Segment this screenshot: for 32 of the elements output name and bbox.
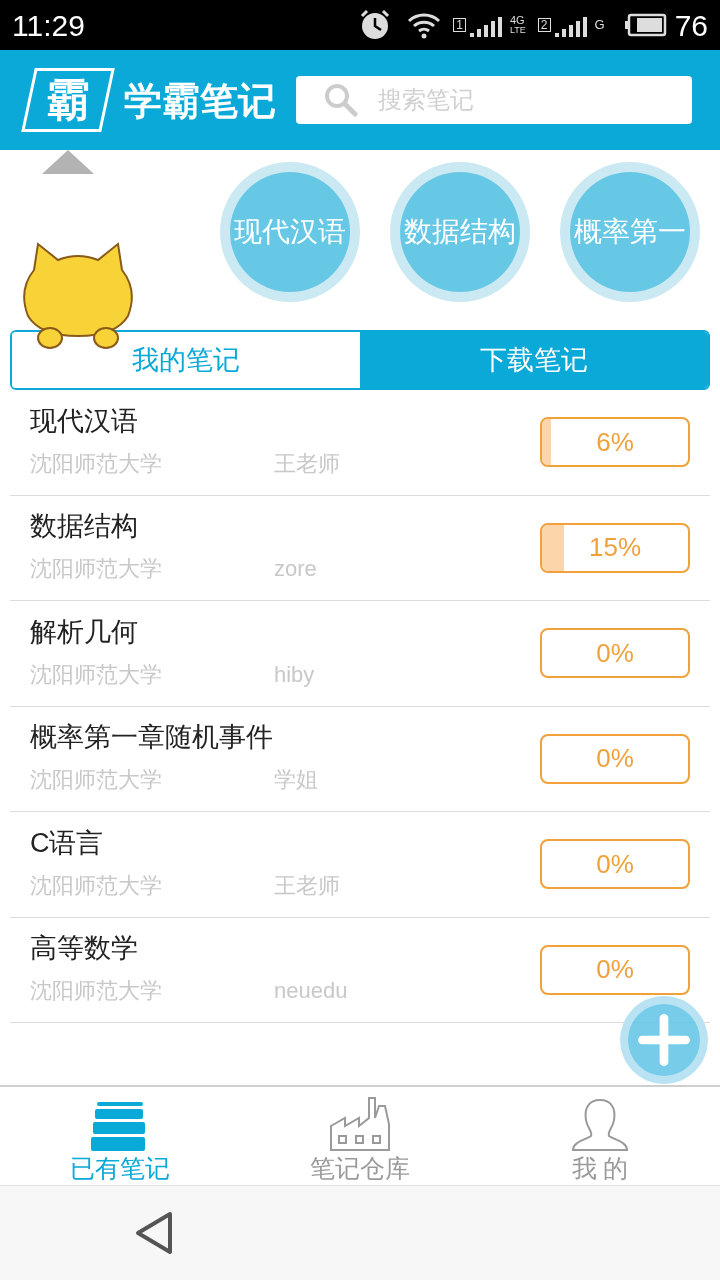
nav-tab[interactable]: 笔记仓库 <box>240 1087 480 1185</box>
factory-icon <box>329 1096 391 1152</box>
nav-tab[interactable]: 已有笔记 <box>0 1087 240 1185</box>
network-type: G <box>594 16 605 35</box>
alarm-icon <box>359 9 392 41</box>
app-logo: 霸 <box>21 68 115 132</box>
search-icon <box>324 83 358 117</box>
nav-tab[interactable]: 我 的 <box>480 1087 720 1185</box>
note-title[interactable]: 现代汉语 <box>30 404 540 439</box>
category-bubble[interactable]: 现代汉语 <box>220 162 360 302</box>
category-bubble[interactable]: 数据结构 <box>390 162 530 302</box>
battery-icon <box>624 13 667 37</box>
back-icon[interactable] <box>134 1211 174 1255</box>
tab[interactable]: 下载笔记 <box>360 332 708 388</box>
progress-percent: 6% <box>596 425 634 459</box>
wifi-icon <box>407 11 442 39</box>
sim-number: 1 <box>453 18 466 32</box>
clock-time: 11:29 <box>12 7 85 44</box>
note-title[interactable]: 数据结构 <box>30 510 540 545</box>
network-type: 4G <box>509 15 526 26</box>
battery-level: 76 <box>674 7 708 44</box>
progress-percent: 15% <box>588 531 641 565</box>
sim-number: 2 <box>537 18 551 32</box>
plus-icon <box>638 1014 690 1066</box>
category-bubble[interactable]: 概率第一 <box>560 162 700 302</box>
person-icon <box>571 1098 629 1152</box>
note-title[interactable]: 概率第一章随机事件 <box>30 721 540 756</box>
note-title[interactable]: 高等数学 <box>30 932 540 967</box>
note-title[interactable]: 解析几何 <box>30 615 540 650</box>
network-type: LTE <box>509 26 526 35</box>
note-title[interactable]: C语言 <box>30 826 540 861</box>
app-name: 学霸笔记 <box>124 76 276 125</box>
